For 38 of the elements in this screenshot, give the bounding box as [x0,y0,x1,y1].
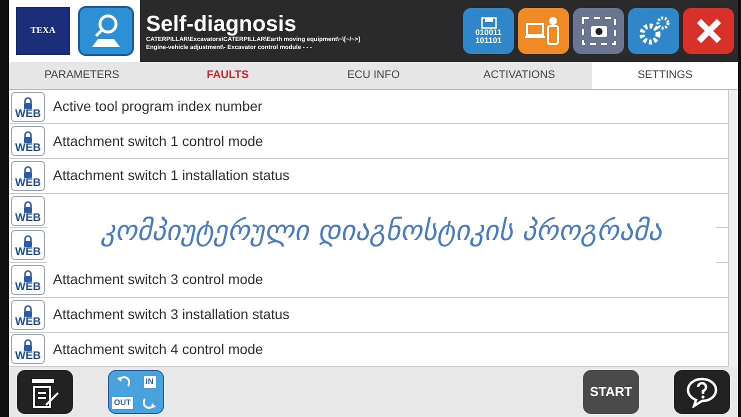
list-row[interactable]: WEB Active tool program index number [9,90,728,124]
web-lock-icon: WEB [11,230,45,260]
scrollbar[interactable] [728,90,738,368]
web-lock-icon: WEB [11,334,45,364]
start-button[interactable]: START [583,370,639,414]
list-row[interactable]: WEB Attachment switch 1 control mode [9,124,728,160]
floppy-icon [480,16,496,29]
caption-text: კომპიუტერული დიაგნოსტიკის პროგრამა [100,212,662,249]
camera-icon[interactable] [573,8,624,54]
tool-document-icon[interactable] [17,370,73,414]
close-icon[interactable] [683,8,734,54]
web-lock-icon: WEB [11,196,45,226]
binary-text: 010011 [475,28,502,37]
arrow-icon [116,376,130,388]
list-row[interactable]: WEB Attachment switch 3 installation status [9,298,728,332]
web-lock-icon: WEB [11,300,45,330]
arrow-icon [142,396,156,409]
help-icon[interactable] [674,370,730,414]
web-lock-icon: WEB [11,92,45,122]
settings-icon[interactable] [628,8,679,54]
web-lock-icon: WEB [11,264,45,295]
row-label: Attachment switch 3 installation status [53,305,290,324]
logo: TEXA [16,6,70,55]
list-row[interactable]: WEB Attachment switch 1 installation status [9,159,728,194]
tab[interactable]: SETTINGS [592,62,738,89]
row-label: Attachment switch 4 control mode [53,340,264,359]
row-label: Attachment switch 1 installation status [53,166,290,186]
window-title: Self-diagnosis [146,10,298,36]
data-file-button[interactable]: 010011 101101 [463,8,514,54]
row-label: Active tool program index number [53,97,262,116]
laptop-person-icon[interactable] [518,8,569,54]
row-label: Attachment switch 1 control mode [53,132,264,151]
web-lock-icon: WEB [11,126,45,156]
web-lock-icon: WEB [11,160,45,191]
row-label: Attachment switch 3 control mode [53,270,264,290]
in-out-button[interactable]: IN OUT [108,370,164,414]
binary-text: 101101 [475,36,502,45]
search-icon[interactable] [78,6,134,56]
